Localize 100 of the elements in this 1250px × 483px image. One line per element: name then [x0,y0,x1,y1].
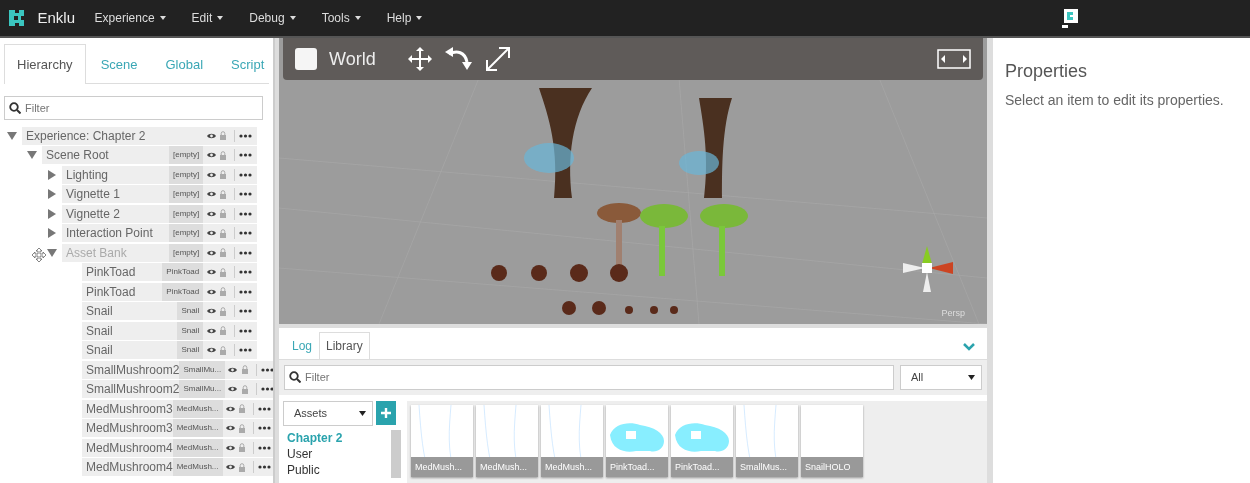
eye-icon[interactable] [206,346,216,355]
more-icon[interactable] [239,289,252,294]
eye-icon[interactable] [206,248,216,257]
more-icon[interactable] [239,172,252,177]
type-dropdown[interactable]: All [900,365,982,390]
search-field[interactable]: Filter [4,96,263,120]
mushroom-drawing [640,204,688,276]
move-icon[interactable] [407,46,434,72]
mushroom-drawing [700,204,748,276]
tree-row[interactable]: Vignette 1 [empty] [62,185,257,204]
more-icon[interactable] [239,133,252,138]
source-dropdown[interactable]: Assets [283,401,373,426]
collapse-arrow-icon[interactable] [27,150,37,161]
row-tag: Snail [177,341,204,360]
collapse-arrow-icon[interactable] [7,130,17,141]
panel-tab[interactable]: Library [319,332,370,359]
tree-row[interactable]: Vignette 2 [empty] [62,204,257,223]
more-icon[interactable] [239,211,252,216]
tree-row[interactable]: SmallMushroom2 SmallMu... [82,380,273,399]
more-icon[interactable] [239,250,252,255]
more-icon[interactable] [239,309,252,314]
row-tag: [empty] [169,243,204,262]
row-label: MedMushroom4 [85,459,173,477]
more-icon[interactable] [239,348,252,353]
tree-row[interactable]: Interaction Point [empty] [62,224,257,243]
plus-icon [381,408,392,418]
eye-icon[interactable] [225,443,235,452]
tree-row[interactable]: Lighting [empty] [62,165,257,184]
tree-row[interactable]: Scene Root [empty] [42,146,257,165]
eye-icon[interactable] [228,385,238,394]
expand-arrow-icon[interactable] [47,228,57,239]
eye-icon[interactable] [206,229,216,238]
eye-icon[interactable] [206,287,216,296]
row-label: MedMushroom4 [85,439,173,457]
eye-icon[interactable] [206,190,216,199]
menu-item[interactable]: Help [386,9,423,27]
panel-tab[interactable]: Hierarchy [4,44,86,84]
expand-arrow-icon[interactable] [47,189,57,200]
row-label: PinkToad [85,283,137,301]
tree-row[interactable]: Snail Snail [82,321,257,340]
world-checkbox[interactable] [295,48,317,70]
folder-item[interactable]: Public [283,462,343,478]
menu-item[interactable]: Debug [249,9,296,27]
eye-icon[interactable] [206,307,216,316]
scale-icon[interactable] [485,46,512,72]
row-label: Scene Root [45,147,110,165]
row-tag: [empty] [169,224,204,243]
search-field[interactable]: Filter [284,365,894,390]
folder-item[interactable]: User [283,446,343,462]
eye-icon[interactable] [228,365,238,374]
expand-arrow-icon[interactable] [47,169,57,180]
tree-row[interactable]: MedMushroom4 MedMush... [82,438,273,457]
add-button[interactable] [376,401,397,425]
eye-icon[interactable] [225,424,235,433]
more-icon[interactable] [260,367,273,372]
more-icon[interactable] [239,192,252,197]
more-icon[interactable] [258,445,272,450]
tree-row[interactable]: MedMushroom4 MedMush... [82,458,273,477]
menu-item[interactable]: Edit [191,9,224,27]
rotate-icon[interactable] [445,46,474,72]
eye-icon[interactable] [206,151,216,160]
tree-row[interactable]: Snail Snail [82,302,257,321]
chevron-down-icon[interactable] [963,343,975,351]
folder-item[interactable]: Chapter 2 [283,430,343,446]
more-icon[interactable] [258,406,272,411]
tree-row[interactable]: Asset Bank [empty] [62,243,257,262]
brand-name: Enklu [37,7,76,28]
more-icon[interactable] [258,426,272,431]
more-icon[interactable] [239,231,252,236]
more-icon[interactable] [239,328,252,333]
eye-icon[interactable] [206,268,216,277]
eye-icon[interactable] [225,404,235,413]
tree-row[interactable]: MedMushroom3 MedMush... [82,399,273,418]
tree-row[interactable]: Experience: Chapter 2 [22,126,257,145]
menu-item[interactable]: Experience [94,9,166,27]
collapse-arrow-icon[interactable] [47,247,57,258]
menu-item[interactable]: Tools [321,9,361,27]
eye-icon[interactable] [225,463,235,472]
fullscreen-icon[interactable] [937,49,971,69]
eye-icon[interactable] [206,131,216,140]
eye-icon[interactable] [206,326,216,335]
eye-icon[interactable] [206,209,216,218]
scrollbar[interactable] [391,430,401,478]
tree-row[interactable]: SmallMushroom2 SmallMu... [82,360,273,379]
asset-label: SnailHOLO [801,457,863,477]
row-label: Snail [85,303,114,321]
expand-arrow-icon[interactable] [47,208,57,219]
tree-row[interactable]: PinkToad PinkToad [82,282,257,301]
tree-row[interactable]: PinkToad PinkToad [82,263,257,282]
row-label: SmallMushroom2 [85,381,180,399]
tree-row[interactable]: MedMushroom3 MedMush... [82,419,273,438]
more-icon[interactable] [258,465,272,470]
row-label: Experience: Chapter 2 [25,127,147,145]
user-icon[interactable] [1061,7,1080,29]
more-icon[interactable] [260,387,273,392]
tree-row[interactable]: Snail Snail [82,341,257,360]
eye-icon[interactable] [206,170,216,179]
caret-icon [968,375,975,380]
more-icon[interactable] [239,270,252,275]
more-icon[interactable] [239,153,252,158]
